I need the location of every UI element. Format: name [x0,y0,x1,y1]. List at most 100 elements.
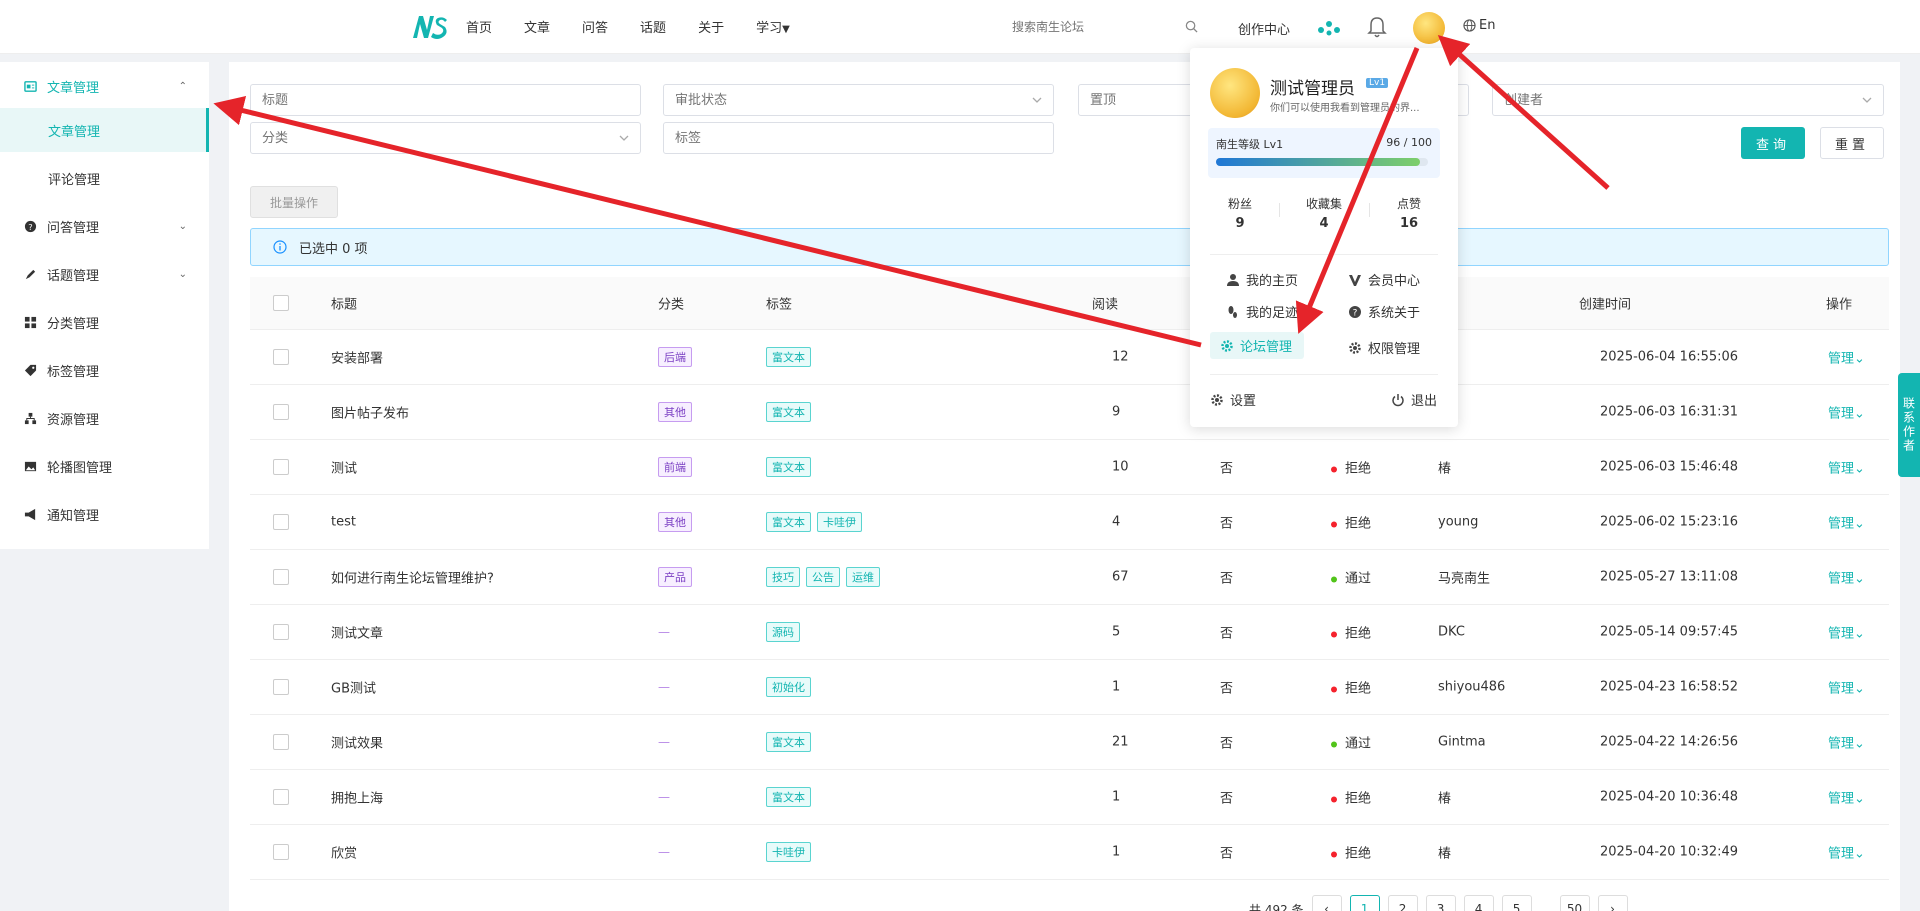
page-3[interactable]: 3 [1425,895,1456,911]
row-title[interactable]: 拥抱上海 [331,788,383,807]
bell-icon[interactable] [1366,15,1388,39]
row-manage-dropdown[interactable]: 管理⌄ [1828,843,1865,862]
row-title[interactable]: test [331,515,356,530]
nav-qa[interactable]: 问答 [582,17,608,36]
status-input[interactable] [664,85,1053,115]
row-checkbox[interactable] [273,624,289,640]
nav-home[interactable]: 首页 [466,17,492,36]
menu-member-center[interactable]: 会员中心 [1348,270,1420,289]
next-page-button[interactable]: › [1597,895,1628,911]
row-manage-dropdown[interactable]: 管理⌄ [1828,348,1865,367]
nav-about[interactable]: 关于 [698,17,724,36]
user-avatar[interactable] [1413,12,1445,44]
sidebar-group-topics[interactable]: 话题管理 ⌄ [0,252,209,296]
status-select[interactable] [663,84,1054,116]
creator-select[interactable] [1492,84,1884,116]
status-dot [1331,521,1337,527]
menu-settings[interactable]: 设置 [1210,390,1256,409]
row-title[interactable]: 安装部署 [331,348,383,367]
row-manage-dropdown[interactable]: 管理⌄ [1828,623,1865,642]
row-title[interactable]: GB测试 [331,678,376,697]
row-title[interactable]: 欣赏 [331,843,357,862]
menu-permission-admin[interactable]: 权限管理 [1348,338,1420,357]
row-checkbox[interactable] [273,789,289,805]
row-title[interactable]: 测试文章 [331,623,383,642]
page-last[interactable]: 50 [1559,895,1590,911]
row-manage-dropdown[interactable]: 管理⌄ [1828,458,1865,477]
page-5[interactable]: 5 [1501,895,1532,911]
sidebar-item-resources[interactable]: 资源管理 [0,396,209,440]
page-2[interactable]: 2 [1387,895,1418,911]
row-checkbox[interactable] [273,679,289,695]
tags-input[interactable] [664,123,1053,153]
row-manage-dropdown[interactable]: 管理⌄ [1828,678,1865,697]
menu-forum-admin[interactable]: 论坛管理 [1210,332,1305,359]
batch-action-button[interactable]: 批量操作 [250,186,338,218]
row-title[interactable]: 测试效果 [331,733,383,752]
page-4[interactable]: 4 [1463,895,1494,911]
row-manage-dropdown[interactable]: 管理⌄ [1828,733,1865,752]
sidebar-item-comment-manage[interactable]: 评论管理 [0,156,209,200]
level-value: 96 / 100 [1386,136,1432,149]
row-status: 拒绝 [1331,678,1371,697]
title-input[interactable] [251,85,640,115]
menu-system-about[interactable]: ? 系统关于 [1348,302,1420,321]
row-checkbox[interactable] [273,844,289,860]
menu-my-homepage[interactable]: 我的主页 [1226,270,1298,289]
prev-page-button[interactable]: ‹ [1311,895,1342,911]
menu-my-footprint[interactable]: 我的足迹 [1226,302,1298,321]
row-title[interactable]: 测试 [331,458,357,477]
row-title[interactable]: 如何进行南生论坛管理维护? [331,568,494,587]
row-manage-dropdown[interactable]: 管理⌄ [1828,788,1865,807]
stat-label: 粉丝 [1227,197,1252,211]
top-header: 首页 文章 问答 话题 关于 学习▼ 创作中心 En [0,0,1920,54]
row-checkbox[interactable] [273,459,289,475]
sidebar-item-carousel[interactable]: 轮播图管理 [0,444,209,488]
row-checkbox[interactable] [273,514,289,530]
nav-learn[interactable]: 学习▼ [756,17,790,36]
reset-button[interactable]: 重置 [1820,127,1884,159]
contact-author-tab[interactable]: 联系作者 [1898,373,1920,477]
language-switch[interactable]: En [1463,18,1495,33]
row-checkbox[interactable] [273,569,289,585]
apps-dots-icon[interactable] [1316,18,1342,38]
row-manage-dropdown[interactable]: 管理⌄ [1828,568,1865,587]
search-icon[interactable] [1185,20,1198,33]
select-all-checkbox[interactable] [273,295,289,311]
stat-collections[interactable]: 收藏集 4 [1289,195,1359,231]
row-manage-dropdown[interactable]: 管理⌄ [1828,513,1865,532]
creator-center-link[interactable]: 创作中心 [1238,19,1290,38]
row-title[interactable]: 图片帖子发布 [331,403,409,422]
vip-icon [1349,274,1361,286]
page-1[interactable]: 1 [1349,895,1380,911]
query-button[interactable]: 查询 [1741,127,1805,159]
sidebar-item-notifications[interactable]: 通知管理 [0,492,209,536]
category-select[interactable] [250,122,641,154]
manage-label: 管理 [1828,681,1855,697]
row-checkbox[interactable] [273,349,289,365]
row-checkbox[interactable] [273,734,289,750]
search-input[interactable] [1006,12,1206,42]
site-logo[interactable] [410,12,450,42]
sidebar-group-qa[interactable]: ? 问答管理 ⌄ [0,204,209,248]
sidebar-item-category[interactable]: 分类管理 [0,300,209,344]
manage-label: 管理 [1828,516,1855,532]
status-text: 拒绝 [1345,461,1372,477]
row-checkbox[interactable] [273,404,289,420]
sidebar-item-article-manage[interactable]: 文章管理 [0,108,209,152]
category-input[interactable] [251,123,640,153]
nav-articles[interactable]: 文章 [524,17,550,36]
stat-likes[interactable]: 点赞 16 [1374,195,1444,231]
user-name: 测试管理员 [1270,79,1355,99]
nav-topics[interactable]: 话题 [640,17,666,36]
category-tag: 其他 [658,512,692,532]
row-manage-dropdown[interactable]: 管理⌄ [1828,403,1865,422]
menu-logout[interactable]: 退出 [1391,390,1437,409]
dropdown-avatar[interactable] [1210,68,1260,118]
table-header: 标题 分类 标签 阅读 创建时间 操作 [250,277,1889,330]
creator-input[interactable] [1493,85,1883,115]
menu-label: 退出 [1411,394,1438,409]
stat-fans[interactable]: 粉丝 9 [1205,195,1275,231]
sidebar-group-articles[interactable]: 文章管理 ⌃ [0,64,209,108]
sidebar-item-tags[interactable]: 标签管理 [0,348,209,392]
